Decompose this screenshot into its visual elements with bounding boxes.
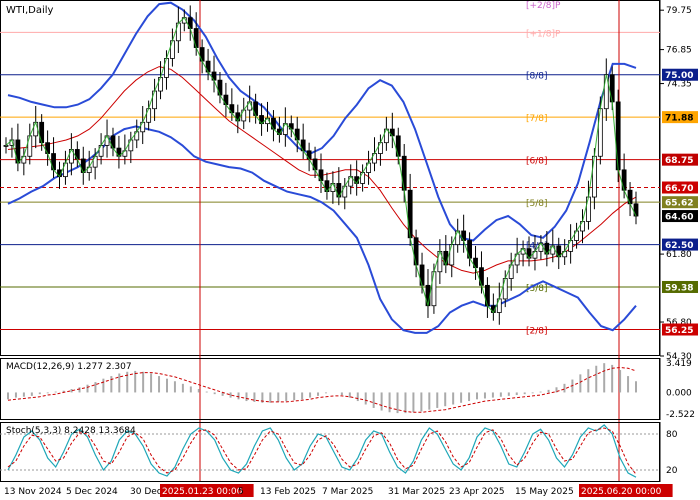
price-bar-body bbox=[39, 121, 45, 144]
price-highlight-label: 56.25 bbox=[665, 326, 693, 336]
time-axis-label: 5 Dec 2024 bbox=[66, 487, 118, 497]
price-tick-label: 76.85 bbox=[666, 46, 692, 56]
macd-label: MACD(12,26,9) 1.277 2.307 bbox=[6, 362, 132, 372]
time-axis-label: 2025.06.20 00:00 bbox=[581, 487, 662, 497]
price-bar-body bbox=[3, 144, 9, 147]
price-bar-body bbox=[615, 101, 621, 171]
price-highlight-label: 66.70 bbox=[665, 184, 693, 194]
macd-tick-label: 3.419 bbox=[666, 359, 692, 369]
price-bar-body bbox=[401, 155, 407, 191]
time-axis-label: 15 May 2025 bbox=[515, 487, 574, 497]
murrey-level-label: [2/8] bbox=[526, 327, 548, 337]
time-axis-label: 2025.01.23 00:00 bbox=[162, 487, 243, 497]
price-bar-body bbox=[407, 189, 413, 239]
stoch-label: Stoch(5,3,3) 8.2428 13.3684 bbox=[6, 426, 136, 436]
price-bar-body bbox=[591, 155, 597, 198]
macd-tick-label: 0.000 bbox=[666, 388, 692, 398]
symbol-label: WTI,Daily bbox=[6, 5, 54, 16]
price-bar-body bbox=[413, 237, 419, 266]
time-axis-label: 13 Feb 2025 bbox=[260, 487, 316, 497]
price-bar-body bbox=[479, 267, 484, 286]
price-bar-body bbox=[586, 196, 591, 222]
price-bar-body bbox=[175, 22, 181, 42]
murrey-level-label: [5/8] bbox=[526, 199, 548, 209]
price-bar-body bbox=[27, 135, 33, 157]
time-axis-label: 7 Mar 2025 bbox=[322, 487, 373, 497]
murrey-level-label: [7/8] bbox=[526, 114, 548, 124]
price-bar-body bbox=[395, 135, 401, 157]
price-highlight-label: 75.00 bbox=[665, 71, 693, 81]
time-axis-label: 5 bbox=[238, 487, 244, 497]
price-bar-body bbox=[449, 244, 455, 266]
price-highlight-label: 71.88 bbox=[665, 114, 693, 124]
time-axis-label: 13 Nov 2024 bbox=[4, 487, 62, 497]
price-highlight-label: 68.75 bbox=[665, 156, 693, 166]
macd-tick-label: -2.522 bbox=[666, 410, 695, 420]
murrey-level-label: [+2/8]P bbox=[526, 1, 561, 11]
time-axis-label: 31 Mar 2025 bbox=[388, 487, 445, 497]
time-axis-label: 30 Dec bbox=[130, 487, 162, 497]
price-highlight-label: 59.38 bbox=[665, 283, 693, 293]
time-axis-label: 23 Apr 2025 bbox=[449, 487, 505, 497]
price-bar-body bbox=[217, 79, 223, 96]
wti-daily-chart: [+2/8]P[+1/8]P[8/8][7/8][6/8][5/8][4/8][… bbox=[0, 0, 700, 500]
stoch-tick-label: 20 bbox=[666, 466, 678, 476]
murrey-level-label: [8/8] bbox=[526, 72, 548, 82]
price-tick-label: 61.80 bbox=[666, 250, 692, 260]
price-highlight-label: 64.60 bbox=[665, 213, 693, 223]
price-highlight-label: 62.50 bbox=[665, 241, 693, 251]
murrey-level-label: [6/8] bbox=[526, 157, 548, 167]
stoch-tick-label: 80 bbox=[666, 430, 678, 440]
price-tick-label: 79.75 bbox=[666, 6, 692, 16]
price-highlight-label: 65.62 bbox=[665, 199, 693, 209]
murrey-level-label: [+1/8]P bbox=[526, 29, 561, 39]
price-bar-body bbox=[627, 189, 633, 205]
